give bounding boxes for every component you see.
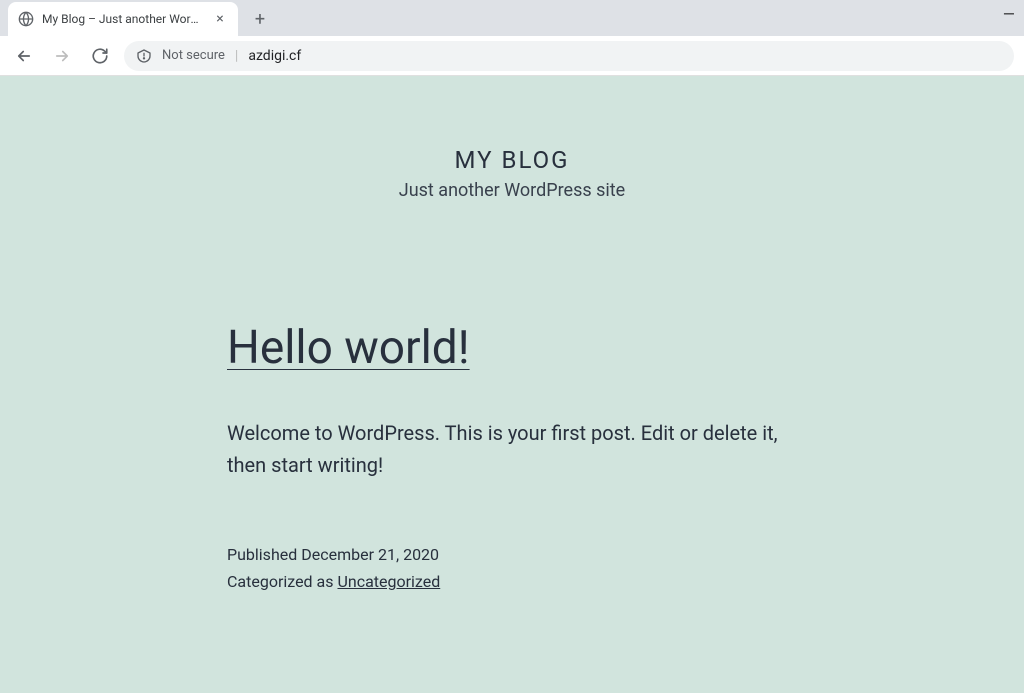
post-meta: Published December 21, 2020 Categorized … — [227, 541, 797, 595]
post-excerpt: Welcome to WordPress. This is your first… — [227, 417, 797, 481]
content-container: MY BLOG Just another WordPress site Hell… — [207, 146, 817, 595]
not-secure-icon — [136, 48, 152, 64]
url-text: azdigi.cf — [248, 48, 301, 64]
categorized-label: Categorized as — [227, 572, 337, 591]
post-category-line: Categorized as Uncategorized — [227, 568, 797, 595]
browser-tab[interactable]: My Blog – Just another WordPres × — [8, 2, 238, 36]
post-published-line: Published December 21, 2020 — [227, 541, 797, 568]
new-tab-button[interactable]: + — [246, 5, 274, 33]
category-link[interactable]: Uncategorized — [337, 572, 440, 591]
post-title-link[interactable]: Hello world! — [227, 321, 797, 375]
page-viewport: MY BLOG Just another WordPress site Hell… — [0, 76, 1024, 693]
window-controls: ─ — [1002, 6, 1016, 20]
browser-tab-strip: My Blog – Just another WordPres × + ─ — [0, 0, 1024, 36]
globe-icon — [18, 11, 34, 27]
site-tagline: Just another WordPress site — [227, 180, 797, 201]
back-button[interactable] — [10, 42, 38, 70]
close-icon[interactable]: × — [212, 11, 228, 27]
site-title[interactable]: MY BLOG — [227, 146, 797, 174]
security-label: Not secure — [162, 48, 225, 63]
published-label: Published — [227, 545, 301, 564]
site-header: MY BLOG Just another WordPress site — [227, 146, 797, 201]
browser-toolbar: Not secure | azdigi.cf — [0, 36, 1024, 76]
reload-button[interactable] — [86, 42, 114, 70]
forward-button[interactable] — [48, 42, 76, 70]
minimize-icon[interactable]: ─ — [1002, 6, 1016, 20]
address-bar[interactable]: Not secure | azdigi.cf — [124, 41, 1014, 71]
post: Hello world! Welcome to WordPress. This … — [227, 321, 797, 595]
omnibar-separator: | — [235, 48, 238, 64]
tab-title: My Blog – Just another WordPres — [42, 12, 204, 26]
published-date: December 21, 2020 — [301, 545, 439, 564]
